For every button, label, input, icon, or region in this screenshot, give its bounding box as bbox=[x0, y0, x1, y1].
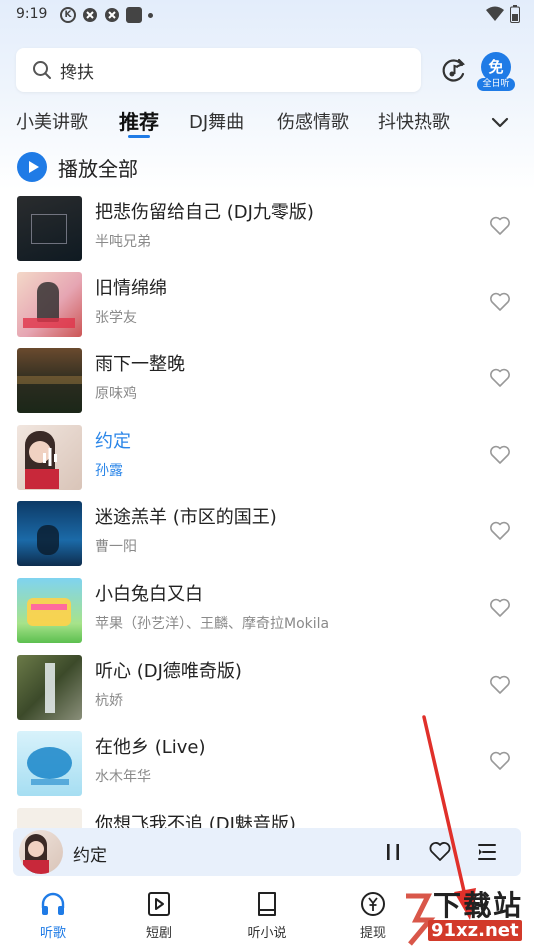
play-all-button[interactable]: 播放全部 bbox=[17, 150, 138, 184]
tab-xiaomei[interactable]: 小美讲歌 bbox=[16, 108, 88, 134]
more-notifications-dot-icon bbox=[148, 12, 153, 18]
search-icon bbox=[32, 60, 52, 84]
tab-hot-songs[interactable]: 抖快热歌 bbox=[378, 108, 450, 134]
favorite-heart-icon[interactable] bbox=[489, 216, 511, 236]
status-notification-icons: K bbox=[60, 7, 153, 23]
song-row[interactable]: 在他乡 (Live) 水木年华 bbox=[0, 727, 534, 803]
playlist-button[interactable] bbox=[475, 840, 499, 864]
album-cover bbox=[17, 731, 82, 796]
search-bar[interactable] bbox=[16, 48, 421, 92]
song-artist: 杭娇 bbox=[95, 693, 123, 709]
nav-label: 提现 bbox=[359, 926, 386, 941]
recognize-music-button[interactable] bbox=[440, 56, 468, 84]
nav-novels[interactable]: 听小说 bbox=[237, 890, 297, 941]
mini-player-cover bbox=[19, 830, 63, 874]
nav-withdraw[interactable]: 提现 bbox=[343, 890, 403, 941]
pause-button[interactable] bbox=[381, 840, 405, 864]
yuan-coin-icon bbox=[361, 892, 385, 916]
free-badge-sub: 全日听 bbox=[477, 78, 515, 91]
tab-dj[interactable]: DJ舞曲 bbox=[189, 108, 244, 134]
song-artist: 张学友 bbox=[95, 310, 137, 326]
tabs-expand-button[interactable] bbox=[488, 110, 512, 134]
song-title: 在他乡 (Live) bbox=[95, 737, 206, 758]
album-cover bbox=[17, 578, 82, 643]
heart-icon bbox=[429, 842, 451, 861]
watermark-url: 91xz.net bbox=[428, 920, 522, 941]
wifi-icon bbox=[486, 6, 504, 26]
video-play-icon bbox=[148, 892, 170, 916]
song-row-playing[interactable]: 约定 孙露 bbox=[0, 421, 534, 497]
favorite-heart-icon[interactable] bbox=[489, 445, 511, 465]
song-row[interactable]: 雨下一整晚 原味鸡 bbox=[0, 344, 534, 420]
song-artist: 苹果（孙艺洋）、王麟、摩奇拉Mokila bbox=[95, 616, 330, 632]
book-icon bbox=[258, 892, 276, 916]
song-title: 你想飞我不追 (DJ魅音版) bbox=[95, 814, 296, 828]
song-title: 约定 bbox=[95, 431, 131, 452]
song-artist: 孙露 bbox=[95, 463, 123, 479]
active-tab-indicator bbox=[128, 135, 150, 138]
song-artist: 原味鸡 bbox=[95, 386, 137, 402]
favorite-heart-icon[interactable] bbox=[489, 751, 511, 771]
headphones-icon bbox=[41, 892, 65, 915]
play-icon bbox=[17, 152, 47, 182]
song-title: 小白兔白又白 bbox=[95, 584, 203, 605]
nav-label: 短剧 bbox=[145, 926, 172, 941]
album-cover bbox=[17, 348, 82, 413]
site-watermark: 下载站 91xz.net bbox=[400, 880, 534, 950]
playlist-icon bbox=[478, 844, 496, 860]
music-refresh-icon bbox=[442, 58, 465, 82]
song-title: 把悲伤留给自己 (DJ九零版) bbox=[95, 202, 314, 223]
song-row[interactable]: 你想飞我不追 (DJ魅音版) bbox=[0, 804, 534, 828]
status-time: 9:19 bbox=[16, 6, 48, 22]
mini-favorite-button[interactable] bbox=[428, 840, 452, 864]
status-system-icons bbox=[486, 5, 520, 27]
album-cover bbox=[17, 808, 82, 828]
song-artist: 水木年华 bbox=[95, 769, 151, 785]
nav-label: 听歌 bbox=[39, 926, 66, 941]
gallery-notification-icon bbox=[126, 7, 142, 23]
song-row[interactable]: 听心 (DJ德唯奇版) 杭娇 bbox=[0, 651, 534, 727]
song-row[interactable]: 小白兔白又白 苹果（孙艺洋）、王麟、摩奇拉Mokila bbox=[0, 574, 534, 650]
free-listen-badge[interactable]: 免 全日听 bbox=[477, 52, 515, 91]
favorite-heart-icon[interactable] bbox=[489, 292, 511, 312]
tab-sad-songs[interactable]: 伤感情歌 bbox=[277, 108, 349, 134]
equalizer-icon bbox=[43, 448, 57, 466]
status-bar: 9:19 K bbox=[0, 0, 534, 30]
tab-recommend[interactable]: 推荐 bbox=[119, 106, 159, 135]
mini-player-title: 约定 bbox=[73, 846, 107, 866]
song-title: 迷途羔羊 (市区的国王) bbox=[95, 507, 277, 528]
song-row[interactable]: 旧情绵绵 张学友 bbox=[0, 268, 534, 344]
play-all-label: 播放全部 bbox=[58, 156, 138, 181]
song-title: 听心 (DJ德唯奇版) bbox=[95, 661, 242, 682]
k-app-icon: K bbox=[60, 7, 76, 23]
album-cover bbox=[17, 501, 82, 566]
favorite-heart-icon[interactable] bbox=[489, 598, 511, 618]
nav-short-drama[interactable]: 短剧 bbox=[129, 890, 189, 941]
album-cover bbox=[17, 655, 82, 720]
favorite-heart-icon[interactable] bbox=[489, 521, 511, 541]
song-row[interactable]: 把悲伤留给自己 (DJ九零版) 半吨兄弟 bbox=[0, 192, 534, 268]
mini-player[interactable]: 约定 bbox=[13, 828, 521, 876]
app-notification-icon bbox=[82, 7, 98, 23]
song-artist: 曹一阳 bbox=[95, 539, 137, 555]
app-notification-icon bbox=[104, 7, 120, 23]
search-input[interactable] bbox=[60, 48, 410, 92]
song-artist: 半吨兄弟 bbox=[95, 234, 151, 250]
battery-icon bbox=[510, 5, 520, 27]
chevron-down-icon bbox=[491, 117, 509, 128]
song-title: 旧情绵绵 bbox=[95, 278, 167, 299]
pause-icon bbox=[387, 844, 399, 860]
nav-label: 听小说 bbox=[247, 926, 287, 941]
album-cover bbox=[17, 425, 82, 490]
watermark-title: 下载站 bbox=[433, 889, 524, 922]
favorite-heart-icon[interactable] bbox=[489, 675, 511, 695]
song-title: 雨下一整晚 bbox=[95, 354, 185, 375]
album-cover bbox=[17, 196, 82, 261]
album-cover bbox=[17, 272, 82, 337]
favorite-heart-icon[interactable] bbox=[489, 368, 511, 388]
song-row[interactable]: 迷途羔羊 (市区的国王) 曹一阳 bbox=[0, 497, 534, 573]
nav-listen[interactable]: 听歌 bbox=[23, 890, 83, 941]
